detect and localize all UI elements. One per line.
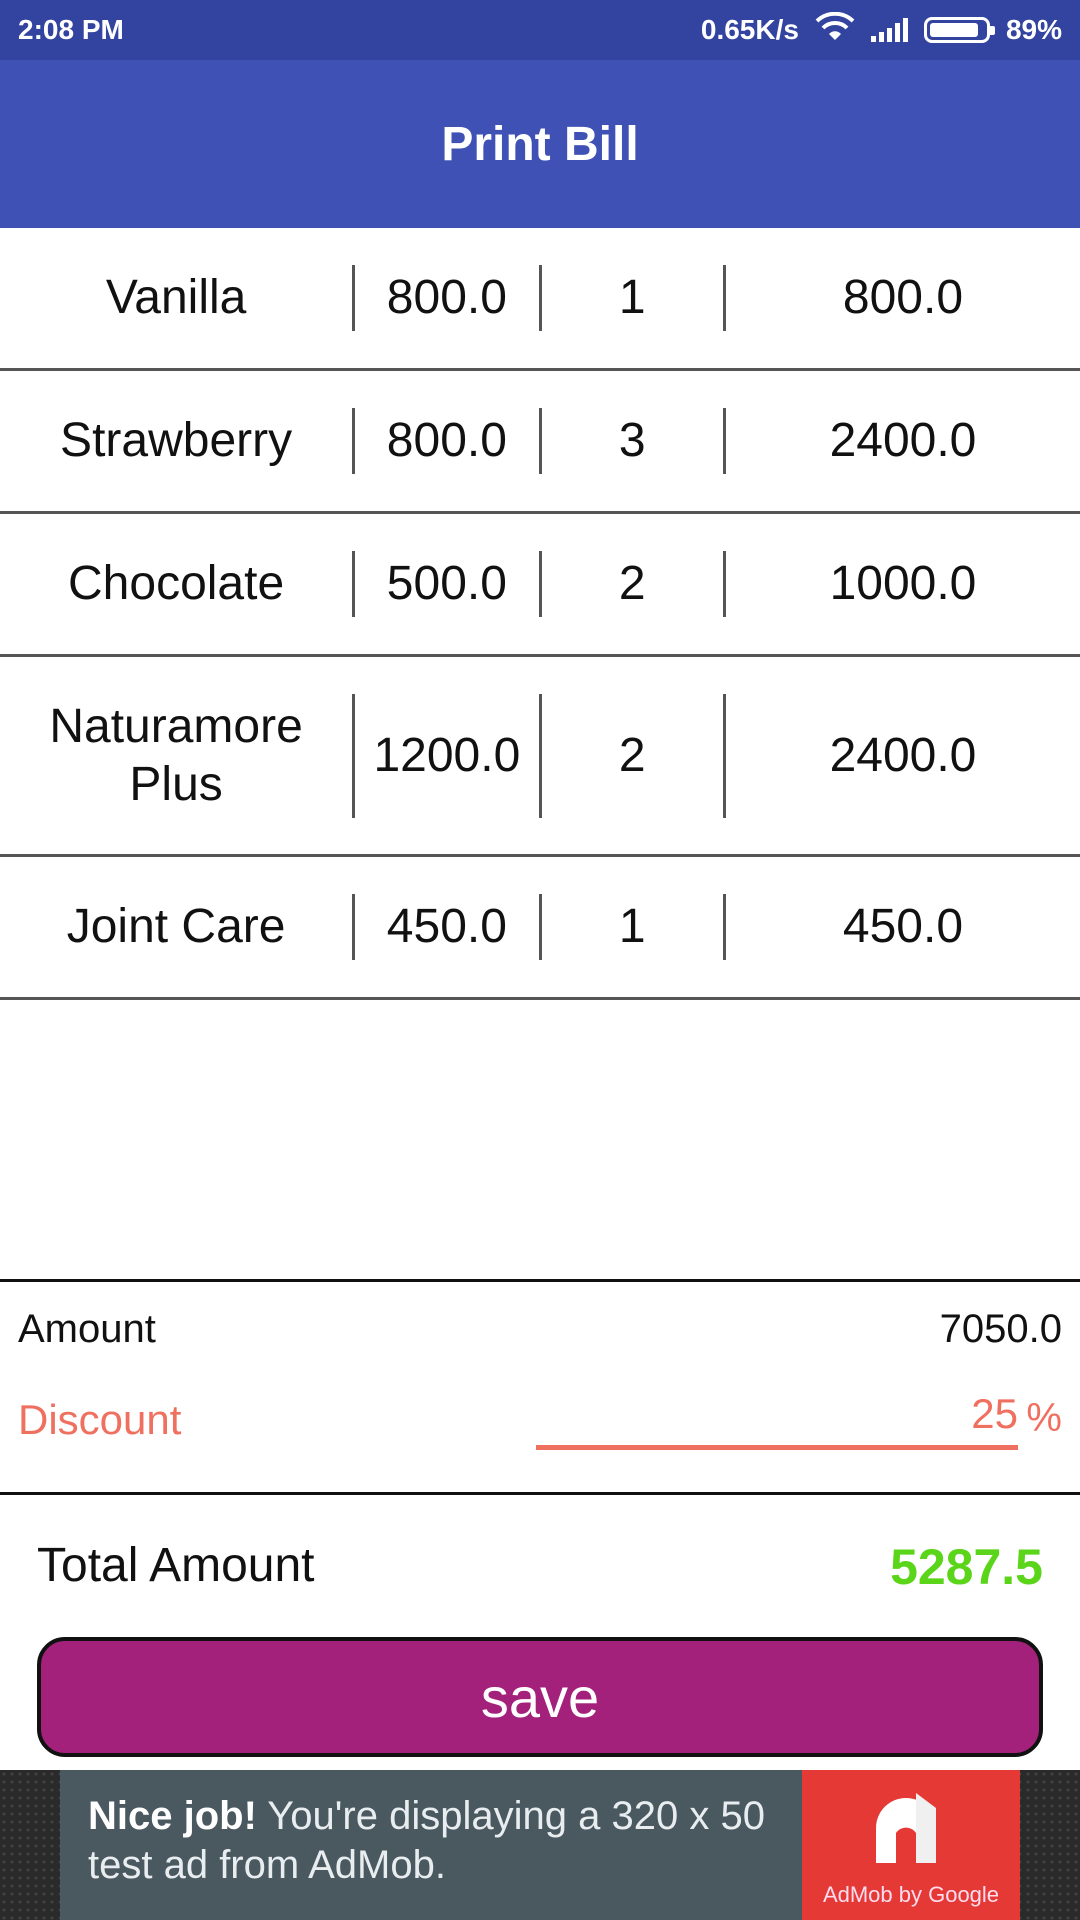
item-name: Naturamore Plus: [49, 699, 303, 811]
item-price: 800.0: [386, 414, 507, 468]
battery-icon: [923, 17, 995, 43]
item-total: 2400.0: [829, 414, 977, 468]
page-title: Print Bill: [441, 117, 639, 171]
bill-row: Vanilla 800.0 1 800.0: [0, 228, 1080, 371]
wifi-icon: [815, 11, 855, 49]
bill-row: Chocolate 500.0 2 1000.0: [0, 514, 1080, 657]
item-name: Joint Care: [66, 900, 286, 954]
bill-row: Naturamore Plus 1200.0 2 2400.0: [0, 657, 1080, 857]
status-time: 2:08 PM: [18, 14, 124, 45]
ad-banner[interactable]: Nice job! You're displaying a 320 x 50 t…: [60, 1770, 1020, 1920]
bill-row: Strawberry 800.0 3 2400.0: [0, 371, 1080, 514]
bill-row: Joint Care 450.0 1 450.0: [0, 857, 1080, 1000]
status-indicators: 0.65K/s 89%: [700, 11, 1062, 49]
item-qty: 1: [618, 271, 646, 325]
battery-percent: 89%: [1005, 14, 1062, 45]
admob-logo: AdMob by Google: [802, 1770, 1020, 1920]
ad-text: Nice job! You're displaying a 320 x 50 t…: [60, 1770, 802, 1920]
amount-section: Amount 7050.0 Discount %: [0, 1279, 1080, 1495]
network-speed: 0.65K/s: [700, 14, 799, 45]
item-price: 450.0: [386, 900, 507, 954]
ad-container: Nice job! You're displaying a 320 x 50 t…: [0, 1770, 1080, 1920]
amount-value: 7050.0: [939, 1307, 1062, 1351]
item-qty: 2: [618, 557, 646, 611]
app-bar: Print Bill: [0, 60, 1080, 228]
status-bar: 2:08 PM 0.65K/s 89%: [0, 0, 1080, 60]
item-name: Strawberry: [60, 414, 293, 468]
discount-label: Discount: [18, 1396, 182, 1443]
ad-logo-caption: AdMob by Google: [822, 1882, 1000, 1907]
bill-item-list: Vanilla 800.0 1 800.0 Strawberry 800.0 3…: [0, 228, 1080, 1000]
item-price: 800.0: [386, 271, 507, 325]
item-price: 1200.0: [373, 728, 521, 782]
admob-logo-icon: [876, 1793, 936, 1863]
discount-input[interactable]: [536, 1385, 1018, 1450]
item-total: 1000.0: [829, 557, 977, 611]
item-qty: 3: [618, 414, 646, 468]
ad-headline: Nice job!: [88, 1794, 257, 1838]
item-total: 2400.0: [829, 728, 977, 782]
item-price: 500.0: [386, 557, 507, 611]
item-qty: 2: [618, 728, 646, 782]
item-name: Vanilla: [105, 271, 247, 325]
total-amount-label: Total Amount: [37, 1539, 315, 1592]
item-total: 800.0: [842, 271, 964, 325]
discount-percent-sign: %: [1026, 1396, 1062, 1440]
total-amount-value: 5287.5: [890, 1539, 1043, 1595]
save-button[interactable]: save: [37, 1637, 1043, 1757]
item-name: Chocolate: [68, 557, 285, 611]
amount-label: Amount: [18, 1307, 156, 1351]
item-qty: 1: [618, 900, 646, 954]
item-total: 450.0: [842, 900, 964, 954]
signal-icon: [870, 18, 908, 42]
